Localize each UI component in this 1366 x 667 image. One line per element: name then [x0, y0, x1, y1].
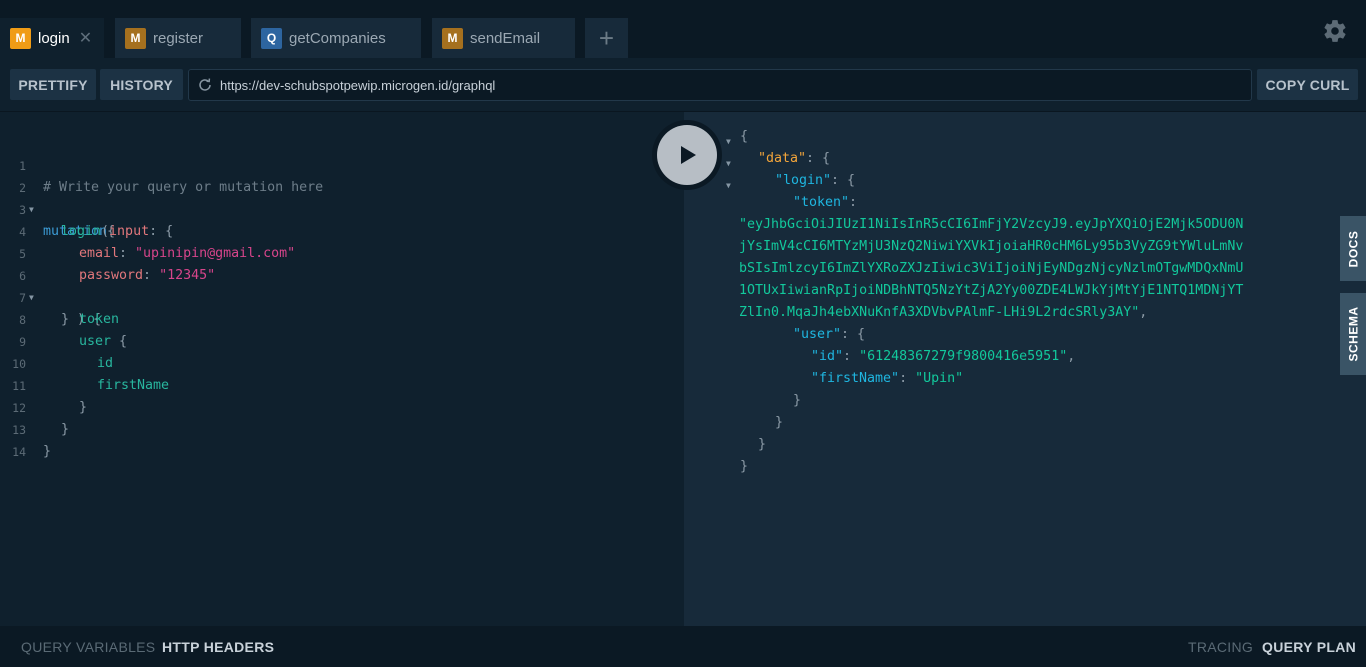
- code-punct: }: [43, 444, 52, 459]
- copy-curl-button[interactable]: COPY CURL: [1257, 69, 1358, 100]
- editor-line: 10 firstName: [0, 331, 684, 393]
- editor-line: 11 }: [0, 353, 684, 415]
- result-punct: }: [740, 459, 749, 474]
- result-line: "user": {: [793, 324, 865, 346]
- result-punct: ,: [1139, 305, 1148, 320]
- mutation-badge: M: [125, 27, 146, 49]
- token-value-line: jYsImV4cCI6MTYzMjU3NzQ2NiwiYXVkIjoiaHR0c…: [739, 239, 1244, 254]
- tab-getcompanies[interactable]: Q getCompanies: [251, 18, 421, 58]
- result-punct: }: [758, 437, 767, 452]
- result-punct: :: [899, 371, 908, 386]
- query-variables-tab[interactable]: QUERY VARIABLES: [21, 639, 155, 655]
- token-value-line: bSIsImlzcyI6ImZlYXRoZXJzIiwic3ViIjoiNjEy…: [739, 261, 1244, 276]
- result-punct: : {: [806, 151, 831, 166]
- schema-label: SCHEMA: [1346, 306, 1361, 362]
- token-value-line: 1OTUxIiwianRpIjoiNDBhNTQ5NzYtZjA2Yy00ZDE…: [739, 283, 1244, 298]
- tab-label: getCompanies: [289, 29, 386, 47]
- editor-line: 12 }: [0, 375, 684, 437]
- query-badge: Q: [261, 27, 282, 49]
- editor-line: 14: [0, 419, 684, 459]
- tab-sendemail[interactable]: M sendEmail: [432, 18, 575, 58]
- endpoint-url: https://dev-schubspotpewip.microgen.id/g…: [220, 77, 496, 93]
- line-number: 14: [12, 445, 26, 459]
- editor-line: 4 email: "upinipin@gmail.com": [0, 199, 684, 261]
- play-icon: [681, 146, 696, 164]
- close-tab-icon[interactable]: ✕: [79, 28, 92, 48]
- editor-line: 3 login(input: {: [0, 177, 684, 239]
- tracing-tab[interactable]: TRACING: [1188, 639, 1253, 655]
- editor-line: 2 ▼ mutation{: [0, 155, 684, 239]
- endpoint-url-input[interactable]: https://dev-schubspotpewip.microgen.id/g…: [188, 69, 1252, 101]
- login-key: "login": [775, 173, 832, 188]
- tab-label: register: [153, 29, 204, 47]
- schema-tab[interactable]: SCHEMA: [1340, 293, 1366, 375]
- fold-arrow-icon[interactable]: ▼: [726, 153, 731, 175]
- result-line: "id": "61248367279f9800416e5951",: [811, 346, 1075, 368]
- result-punct: :: [843, 349, 852, 364]
- id-key: "id": [811, 349, 844, 364]
- result-line: "token":: [793, 192, 857, 214]
- editor-line: 6 ▼ } ) {: [0, 243, 684, 327]
- tab-label: sendEmail: [470, 29, 541, 47]
- result-pane[interactable]: ▼ { ▼ "data": { ▼ "login": { "token": "e…: [684, 112, 1340, 626]
- toolbar: PRETTIFY HISTORY https://dev-schubspotpe…: [0, 58, 1366, 112]
- result-line: "firstName": "Upin": [811, 368, 963, 390]
- mutation-badge: M: [10, 27, 31, 49]
- editor-line: 1 # Write your query or mutation here: [0, 133, 684, 195]
- tab-register[interactable]: M register: [115, 18, 241, 58]
- new-tab-button[interactable]: +: [585, 18, 628, 58]
- query-editor[interactable]: 1 # Write your query or mutation here 2 …: [0, 112, 684, 626]
- user-key: "user": [793, 327, 842, 342]
- result-punct: }: [793, 393, 802, 408]
- side-tabs: DOCS SCHEMA: [1340, 112, 1366, 626]
- editor-line: 9 id: [0, 309, 684, 371]
- data-key: "data": [758, 151, 807, 166]
- editor-line: 7 token: [0, 265, 684, 327]
- fold-arrow-icon[interactable]: ▼: [726, 131, 731, 153]
- editor-line: 13 }: [0, 397, 684, 459]
- tab-label: login: [38, 29, 70, 47]
- result-line: ZlIn0.MqaJh4ebXNuKnfA3XDVbvPAlmF-LHi9L2r…: [739, 302, 1147, 324]
- token-value-line: ZlIn0.MqaJh4ebXNuKnfA3XDVbvPAlmF-LHi9L2r…: [739, 305, 1140, 320]
- token-value-line: "eyJhbGciOiJIUzI1NiIsInR5cCI6ImFjY2VzcyJ…: [739, 217, 1244, 232]
- fold-arrow-icon[interactable]: ▼: [726, 175, 731, 197]
- result-line: "data": {: [758, 148, 830, 170]
- plus-icon: +: [598, 22, 615, 53]
- reload-icon[interactable]: [197, 77, 213, 93]
- result-punct: :: [849, 195, 858, 210]
- result-punct: ,: [1067, 349, 1076, 364]
- query-plan-tab[interactable]: QUERY PLAN: [1262, 639, 1356, 655]
- mutation-badge: M: [442, 27, 463, 49]
- token-key: "token": [793, 195, 850, 210]
- editor-line: 5 password: "12345": [0, 221, 684, 283]
- tab-bar: M login ✕ M register Q getCompanies M se…: [0, 0, 1366, 58]
- http-headers-tab[interactable]: HTTP HEADERS: [162, 639, 274, 655]
- firstname-value: "Upin": [915, 371, 964, 386]
- result-punct: {: [740, 129, 749, 144]
- tab-login[interactable]: M login ✕: [0, 18, 104, 58]
- prettify-button[interactable]: PRETTIFY: [10, 69, 96, 100]
- result-line: "login": {: [775, 170, 855, 192]
- docs-tab[interactable]: DOCS: [1340, 216, 1366, 281]
- id-value: "61248367279f9800416e5951": [859, 349, 1068, 364]
- run-query-button[interactable]: [652, 120, 722, 190]
- result-punct: : {: [831, 173, 856, 188]
- bottom-bar: QUERY VARIABLES HTTP HEADERS TRACING QUE…: [0, 626, 1366, 667]
- result-punct: }: [775, 415, 784, 430]
- editor-line: 8 user {: [0, 287, 684, 349]
- docs-label: DOCS: [1346, 230, 1361, 267]
- gear-icon[interactable]: [1322, 18, 1348, 44]
- history-button[interactable]: HISTORY: [100, 69, 183, 100]
- result-punct: : {: [841, 327, 866, 342]
- firstname-key: "firstName": [811, 371, 900, 386]
